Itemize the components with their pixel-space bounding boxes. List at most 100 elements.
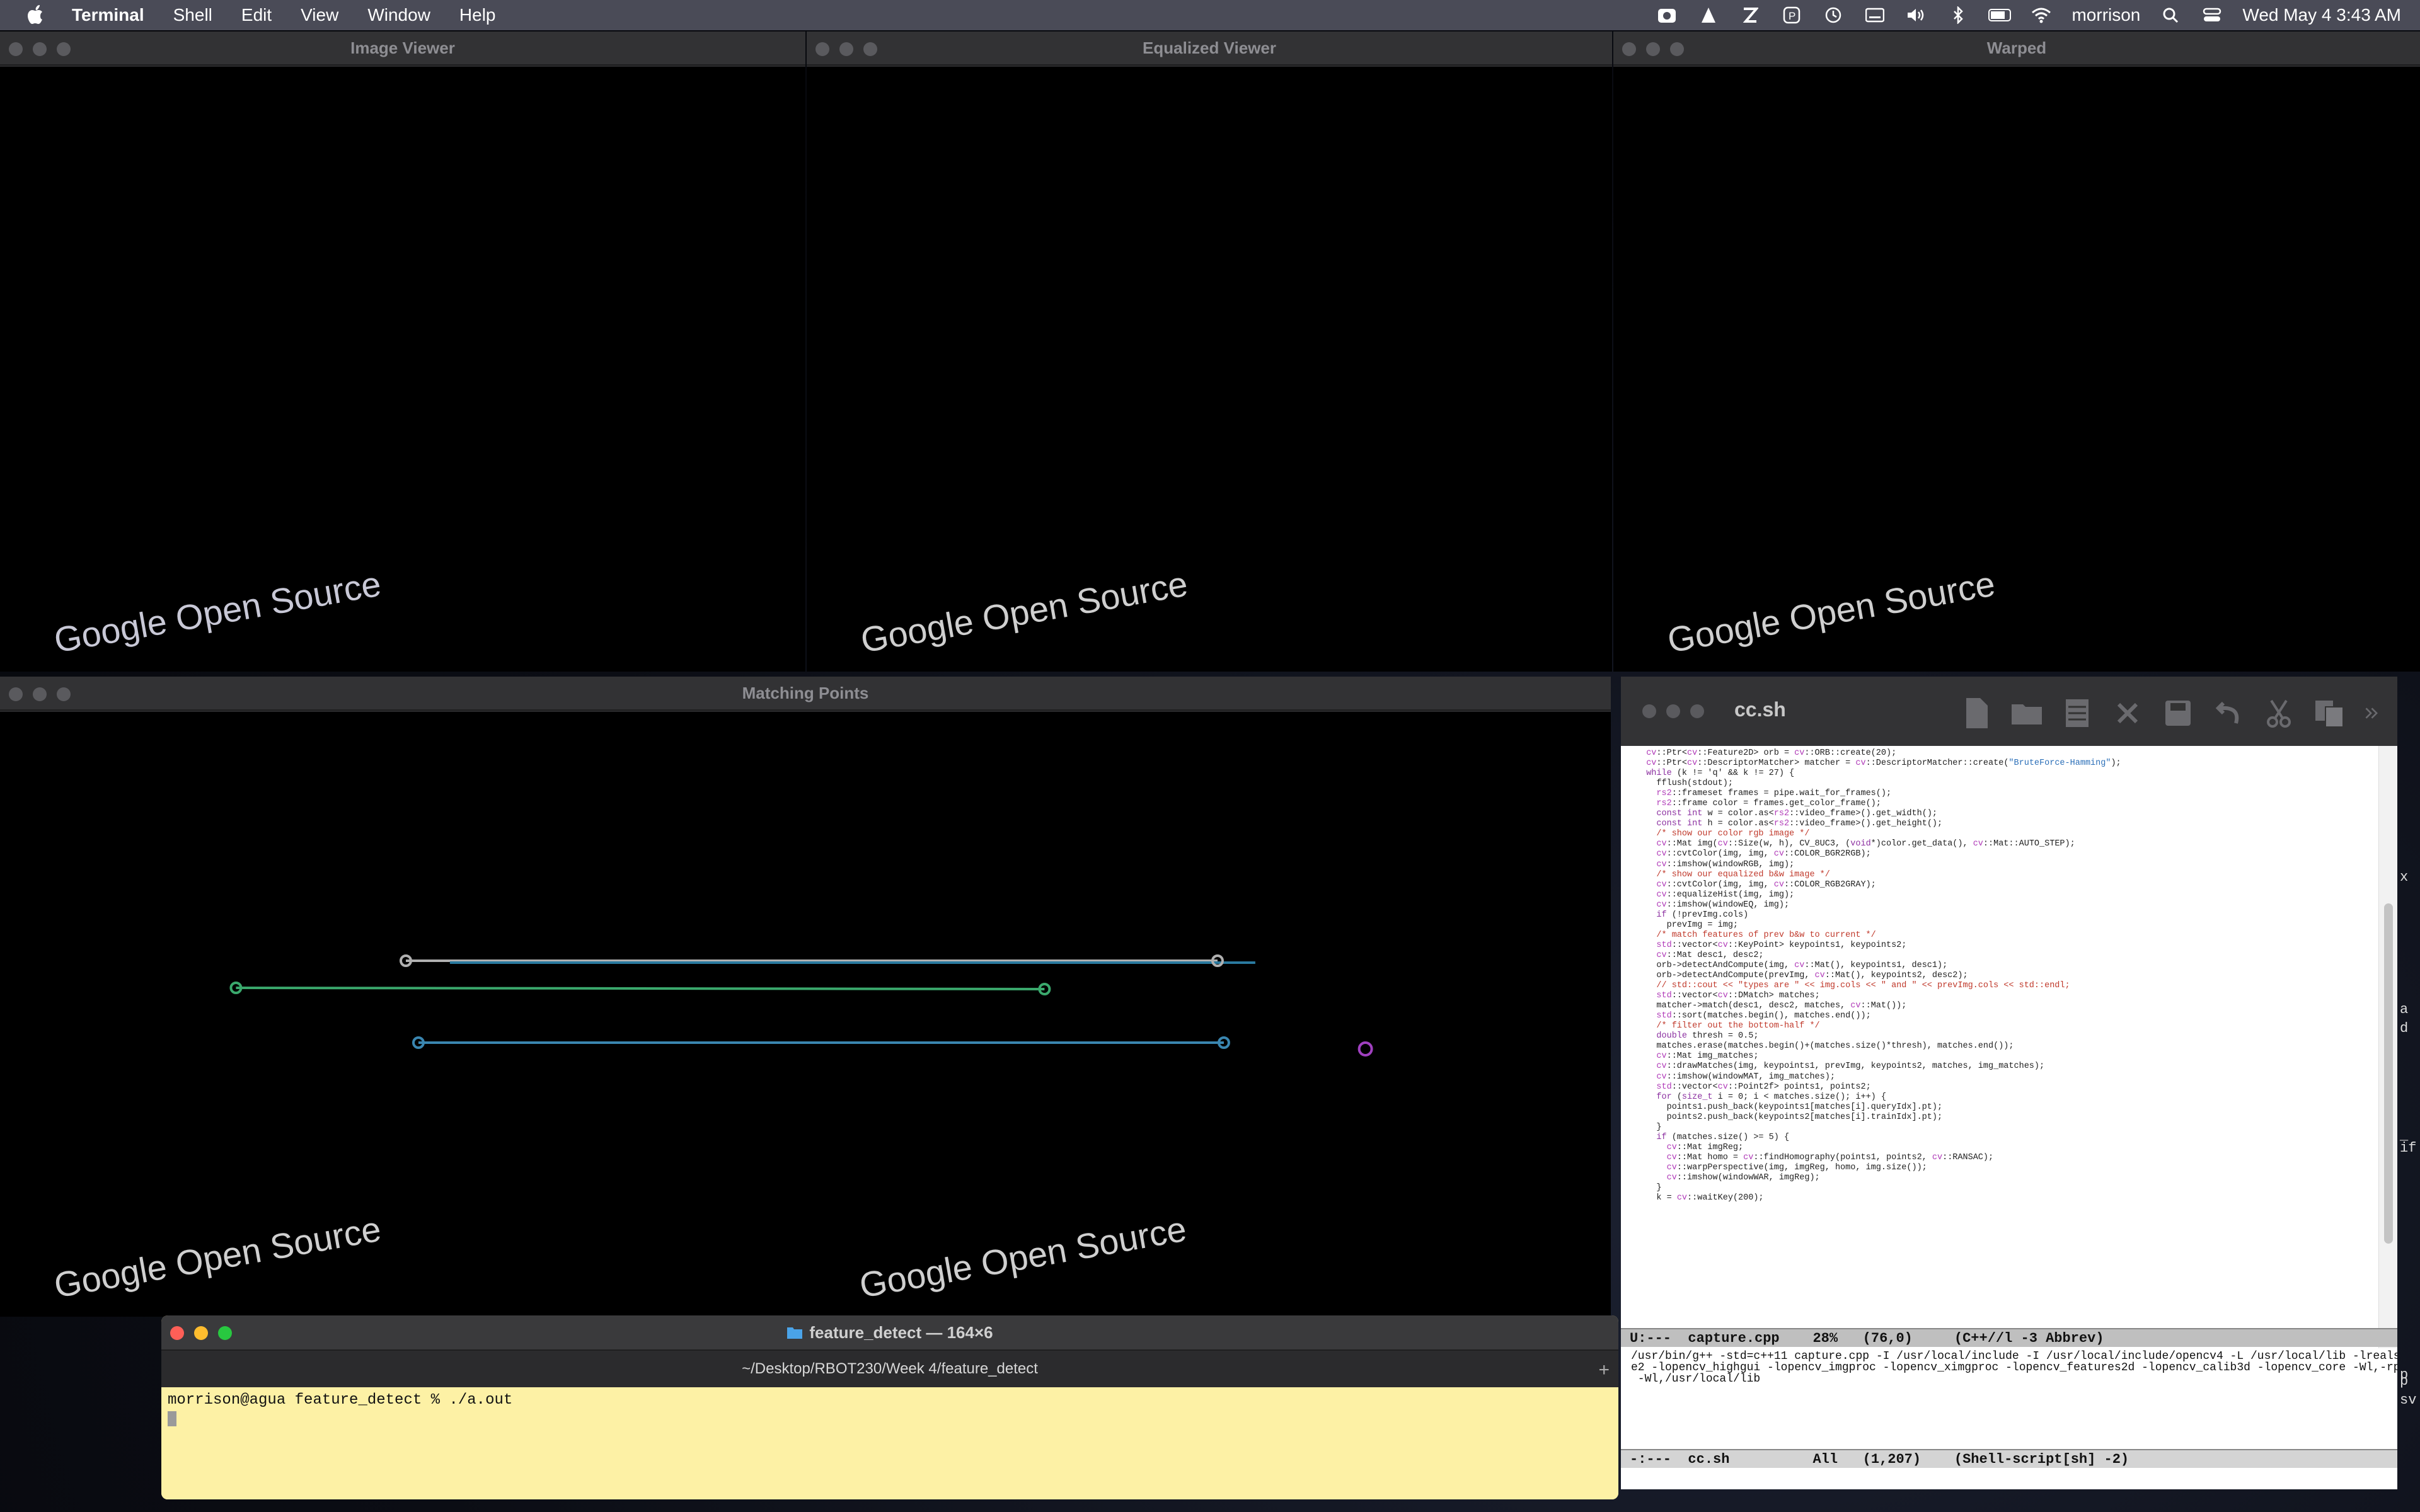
- code-line: prevImg = img;: [1636, 920, 1739, 930]
- menu-app-name[interactable]: Terminal: [72, 5, 144, 25]
- battery-icon[interactable]: [1988, 6, 2012, 25]
- code-line: /* show our color rgb image */: [1636, 829, 1810, 839]
- code-line: cv::Mat imgReg;: [1666, 1142, 1744, 1152]
- minimize-button[interactable]: [194, 1326, 208, 1340]
- code-line: cv::Ptr<cv::Feature2D> orb = cv::ORB::cr…: [1646, 748, 1897, 758]
- code-line: orb->detectAndCompute(img, cv::Mat(), ke…: [1636, 960, 1948, 970]
- matching-points-titlebar[interactable]: Matching Points: [0, 677, 1611, 711]
- image-viewer-window: Image Viewer .c .wall{fill:#8d7aa3}.c .w…: [0, 32, 805, 672]
- copy-icon[interactable]: [2312, 696, 2347, 731]
- close-button[interactable]: [815, 42, 829, 56]
- window-controls: [1642, 704, 1714, 718]
- menu-window[interactable]: Window: [367, 5, 430, 25]
- code-line: cv::warpPerspective(img, imgReg, homo, i…: [1666, 1162, 1927, 1172]
- code-scrollbar[interactable]: [2378, 746, 2397, 1373]
- code-line: std::vector<cv::DMatch> matches;: [1656, 991, 1820, 1001]
- zoom-button[interactable]: [57, 42, 71, 56]
- code-line: std::sort(matches.begin(), matches.end()…: [1656, 1011, 1871, 1021]
- more-tools-icon[interactable]: [2362, 696, 2385, 731]
- code-line: while (k != 'q' && k != 27) {: [1646, 769, 1795, 779]
- camera-icon[interactable]: [1656, 6, 1678, 25]
- close-button[interactable]: [170, 1326, 184, 1340]
- dired-icon[interactable]: [2060, 696, 2095, 731]
- control-center-icon[interactable]: [2201, 6, 2223, 25]
- zoom-button[interactable]: [57, 687, 71, 701]
- user-name[interactable]: morrison: [2071, 5, 2140, 25]
- code-line: cv::Mat img_matches;: [1656, 1051, 1759, 1062]
- cut-icon[interactable]: [2261, 696, 2296, 731]
- code-line: fflush(stdout);: [1636, 779, 1733, 789]
- save-icon[interactable]: [2160, 696, 2196, 731]
- text-cursor: [168, 1411, 176, 1426]
- undo-icon[interactable]: [2211, 696, 2246, 731]
- code-line: cv::Mat homo = cv::findHomography(points…: [1666, 1152, 1994, 1162]
- code-line: for (size_t i = 0; i < matches.size(); i…: [1656, 1092, 1886, 1102]
- minimize-button[interactable]: [1666, 704, 1680, 718]
- time-machine-icon[interactable]: [1822, 6, 1845, 25]
- close-button[interactable]: [9, 42, 23, 56]
- code-line: cv::imshow(windowEQ, img);: [1656, 900, 1790, 910]
- wifi-icon[interactable]: [2030, 6, 2053, 25]
- code-scrollbar-thumb[interactable]: [2384, 903, 2393, 1244]
- volume-icon[interactable]: [1905, 6, 1928, 25]
- vlc-cone-icon[interactable]: [1697, 6, 1720, 25]
- zoom-button[interactable]: [1690, 704, 1704, 718]
- open-folder-icon[interactable]: [2009, 696, 2044, 731]
- equalized-grayscale-image: .g .wall{fill:#a2a2a2}.g .window-bg{fill…: [807, 67, 1612, 672]
- zotero-icon[interactable]: [1739, 6, 1761, 25]
- keyboard-icon[interactable]: [1864, 6, 1886, 25]
- close-button[interactable]: [9, 687, 23, 701]
- spotlight-search-icon[interactable]: [2159, 6, 2182, 25]
- zoom-button[interactable]: [863, 42, 877, 56]
- menu-edit[interactable]: Edit: [241, 5, 272, 25]
- code-line: /* match features of prev b&w to current…: [1636, 930, 1876, 940]
- zoom-button[interactable]: [218, 1326, 232, 1340]
- terminal-body[interactable]: morrison@agua feature_detect % ./a.out: [161, 1387, 1618, 1499]
- code-line: rs2::frame color = frames.get_color_fram…: [1656, 799, 1881, 809]
- code-line: cv::Mat desc1, desc2;: [1656, 950, 1764, 960]
- minimize-button[interactable]: [33, 42, 47, 56]
- code-line: cv::imshow(windowWAR, imgReg);: [1666, 1172, 1820, 1183]
- minimize-button[interactable]: [33, 687, 47, 701]
- close-buffer-icon[interactable]: [2110, 696, 2145, 731]
- code-line: cv::cvtColor(img, img, cv::COLOR_BGR2RGB…: [1656, 849, 1871, 859]
- compile-command-buffer[interactable]: /usr/bin/g++ -std=c++11 capture.cpp -I /…: [1621, 1348, 2397, 1489]
- equalized-viewer-window: Equalized Viewer .g .wall{fill:#a2a2a2}.…: [807, 32, 1612, 672]
- menu-bar: Terminal Shell Edit View Window Help P m…: [0, 0, 2420, 30]
- parking-icon[interactable]: P: [1780, 6, 1803, 25]
- code-line: cv::drawMatches(img, keypoints1, prevImg…: [1656, 1062, 2045, 1072]
- emacs-editor-window: cc.sh cv::Ptr<cv::Feature2D> orb = cv::O…: [1621, 677, 2397, 1489]
- warped-titlebar[interactable]: Warped: [1613, 32, 2420, 66]
- window-controls: [170, 1326, 242, 1340]
- modeline-cc-sh[interactable]: -:--- cc.sh All (1,207) (Shell-script[sh…: [1621, 1449, 2397, 1468]
- menu-help[interactable]: Help: [459, 5, 496, 25]
- modeline-capture-cpp[interactable]: U:--- capture.cpp 28% (76,0) (C++//l -3 …: [1621, 1328, 2397, 1347]
- clock[interactable]: Wed May 4 3:43 AM: [2242, 5, 2401, 25]
- equalized-viewer-titlebar[interactable]: Equalized Viewer: [807, 32, 1612, 66]
- terminal-tab-path[interactable]: ~/Desktop/RBOT230/Week 4/feature_detect: [161, 1351, 1618, 1387]
- code-line: // std::cout << "types are " << img.cols…: [1636, 981, 2070, 991]
- code-line: points1.push_back(keypoints1[matches[i].…: [1636, 1102, 1943, 1112]
- editor-title: cc.sh: [1734, 698, 1786, 721]
- window-title: Warped: [1986, 38, 2047, 57]
- bluetooth-icon[interactable]: [1947, 6, 1969, 25]
- menu-view[interactable]: View: [301, 5, 338, 25]
- shell-line: e2 -lopencv_highgui -lopencv_imgproc -lo…: [1631, 1361, 2397, 1374]
- minimize-button[interactable]: [839, 42, 853, 56]
- terminal-titlebar[interactable]: feature_detect — 164×6: [161, 1315, 1618, 1351]
- zoom-button[interactable]: [1670, 42, 1684, 56]
- close-button[interactable]: [1622, 42, 1636, 56]
- new-tab-icon[interactable]: +: [1598, 1360, 1610, 1381]
- minimize-button[interactable]: [1646, 42, 1660, 56]
- code-line: cv::equalizeHist(img, img);: [1656, 890, 1795, 900]
- window-controls: [9, 42, 81, 56]
- close-button[interactable]: [1642, 704, 1656, 718]
- apple-icon[interactable]: [25, 3, 47, 27]
- warped-window: Warped Google Open Source: [1613, 32, 2420, 672]
- edge-glyph: x: [2400, 869, 2409, 885]
- code-buffer[interactable]: cv::Ptr<cv::Feature2D> orb = cv::ORB::cr…: [1621, 746, 2397, 1373]
- new-file-icon[interactable]: [1959, 696, 1994, 731]
- image-viewer-titlebar[interactable]: Image Viewer: [0, 32, 805, 66]
- code-line: std::vector<cv::KeyPoint> keypoints1, ke…: [1656, 940, 1907, 950]
- menu-shell[interactable]: Shell: [173, 5, 212, 25]
